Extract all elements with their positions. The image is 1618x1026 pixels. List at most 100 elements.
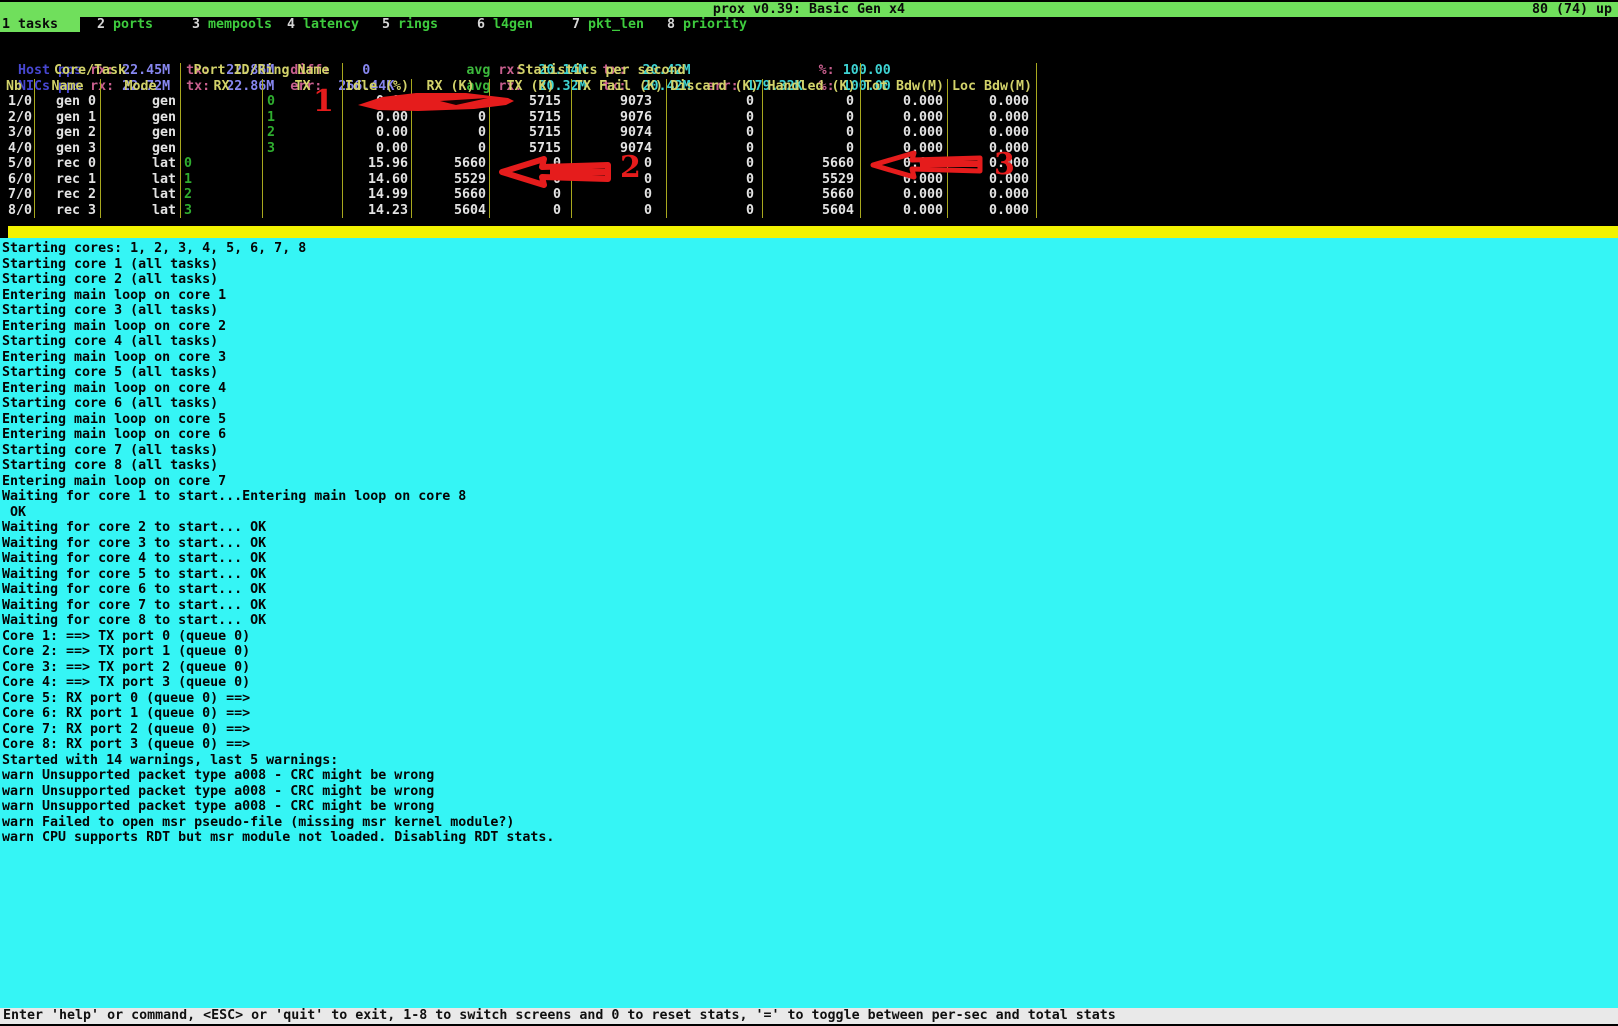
table-cell: 3 (263, 141, 343, 157)
table-cell: 5660 (412, 156, 490, 172)
title-bar: prox v0.39: Basic Gen x4 80 (74) up (0, 2, 1618, 17)
table-cell: 0.000 (861, 203, 948, 219)
red-arrow-annotation-3 (866, 150, 988, 180)
table-cell: 5604 (412, 203, 490, 219)
table-cell: 9073 (572, 94, 667, 110)
table-cell: lat (101, 172, 181, 188)
screen-tab[interactable]: 6 l4gen (475, 17, 570, 32)
table-cell: gen 1 (35, 110, 101, 126)
table-cell: 2/0 (0, 110, 35, 126)
table-group-header: Core/TaskPort ID/Ring NameStatistics per… (0, 63, 1618, 79)
log-line: Starting core 7 (all tasks) (2, 443, 1618, 459)
screen-tab[interactable]: 5 rings (380, 17, 475, 32)
log-line: Entering main loop on core 4 (2, 381, 1618, 397)
table-cell: lat (101, 203, 181, 219)
table-cell: 0.000 (948, 110, 1037, 126)
tab-label: ports (105, 17, 153, 32)
column-header-cell: Nb (0, 79, 35, 95)
screen-tab[interactable]: 3 mempools (190, 17, 285, 32)
group-header-cell (861, 63, 1037, 79)
table-cell: 0.000 (861, 125, 948, 141)
tab-number: 3 (192, 17, 200, 32)
table-cell (181, 141, 263, 157)
log-line: Waiting for core 4 to start... OK (2, 551, 1618, 567)
table-cell: 3 (181, 203, 263, 219)
table-cell: 9076 (572, 110, 667, 126)
table-cell: 0 (412, 125, 490, 141)
group-header-cell: Core/Task (0, 63, 181, 79)
log-line: Waiting for core 3 to start... OK (2, 536, 1618, 552)
table-cell: 0 (667, 187, 763, 203)
tab-label: tasks (10, 17, 58, 32)
table-row-core-6: 6/0rec 1lat114.60552900055290.0000.000 (0, 172, 1618, 188)
screen-tab[interactable]: 8 priority (665, 17, 760, 32)
log-output: Starting cores: 1, 2, 3, 4, 5, 6, 7, 8St… (0, 238, 1618, 1008)
group-header-cell: Port ID/Ring Name (181, 63, 343, 79)
log-line: Waiting for core 5 to start... OK (2, 567, 1618, 583)
uptime-counter: 80 (74) up (1532, 2, 1612, 17)
screen-tab[interactable]: 1 tasks (0, 17, 80, 32)
table-cell: gen 2 (35, 125, 101, 141)
log-line: Core 1: ==> TX port 0 (queue 0) (2, 629, 1618, 645)
table-cell: rec 3 (35, 203, 101, 219)
column-header-cell: Mode (101, 79, 181, 95)
table-cell: 9074 (572, 125, 667, 141)
table-cell: 0.00 (343, 141, 412, 157)
log-line: Waiting for core 2 to start... OK (2, 520, 1618, 536)
nics-pps-line: NICs pps rx: 22.72M tx: 22.86M err: 266.… (0, 48, 1618, 64)
table-cell: rec 1 (35, 172, 101, 188)
table-cell: 0.000 (948, 125, 1037, 141)
log-line: Entering main loop on core 5 (2, 412, 1618, 428)
table-cell: gen (101, 125, 181, 141)
table-cell: 6/0 (0, 172, 35, 188)
red-scribble-annotation-1 (356, 92, 516, 114)
table-row-core-5: 5/0rec 0lat015.96566000056600.0000.000 (0, 156, 1618, 172)
table-cell: 5715 (490, 125, 572, 141)
table-cell (181, 125, 263, 141)
annotation-number-2: 2 (620, 154, 641, 182)
table-log-gap (0, 218, 1618, 226)
table-cell: 0 (490, 187, 572, 203)
table-cell: 0.000 (861, 187, 948, 203)
tab-number: 6 (477, 17, 485, 32)
table-cell: 0 (667, 172, 763, 188)
table-cell: 0 (181, 156, 263, 172)
log-line: Waiting for core 1 to start...Entering m… (2, 489, 1618, 505)
log-line: warn Unsupported packet type a008 - CRC … (2, 784, 1618, 800)
table-cell: rec 2 (35, 187, 101, 203)
table-cell: 14.23 (343, 203, 412, 219)
table-row-core-4: 4/0gen 3gen30.00057159074000.0000.000 (0, 141, 1618, 157)
annotation-number-3: 3 (994, 151, 1015, 179)
prox-terminal-screen[interactable]: prox v0.39: Basic Gen x4 80 (74) up 1 ta… (0, 0, 1618, 1026)
table-cell: 0.000 (948, 203, 1037, 219)
log-line: Starting core 2 (all tasks) (2, 272, 1618, 288)
status-bar: Enter 'help' or command, <ESC> or 'quit'… (0, 1008, 1618, 1024)
table-cell: 15.96 (343, 156, 412, 172)
table-cell: 0 (667, 203, 763, 219)
table-cell (263, 172, 343, 188)
table-cell (263, 187, 343, 203)
log-line: Core 6: RX port 1 (queue 0) ==> (2, 706, 1618, 722)
tab-number: 1 (2, 17, 10, 32)
log-line: Starting core 6 (all tasks) (2, 396, 1618, 412)
log-line: Entering main loop on core 2 (2, 319, 1618, 335)
table-cell: 3/0 (0, 125, 35, 141)
screen-tab[interactable]: 7 pkt_len (570, 17, 665, 32)
log-line: Core 4: ==> TX port 3 (queue 0) (2, 675, 1618, 691)
screen-tab[interactable]: 2 ports (95, 17, 190, 32)
table-cell: 0 (490, 203, 572, 219)
log-line: Core 7: RX port 2 (queue 0) ==> (2, 722, 1618, 738)
screen-tab[interactable]: 4 latency (285, 17, 380, 32)
table-cell: 1 (181, 172, 263, 188)
tab-label: pkt_len (580, 17, 644, 32)
table-cell: 5/0 (0, 156, 35, 172)
status-hint-text: Enter 'help' or command, <ESC> or 'quit'… (3, 1008, 1116, 1023)
yellow-divider (8, 226, 1618, 238)
table-cell (263, 156, 343, 172)
column-header-cell: Loc Bdw(M) (948, 79, 1037, 95)
table-cell: 0.000 (861, 110, 948, 126)
host-pps-line: Host pps rx: 22.45M tx: 22.86M diff: 0 a… (0, 32, 1618, 48)
log-line: Waiting for core 8 to start... OK (2, 613, 1618, 629)
column-header-cell: Discard (K) (667, 79, 763, 95)
column-header-cell: TX Fail (K) (572, 79, 667, 95)
